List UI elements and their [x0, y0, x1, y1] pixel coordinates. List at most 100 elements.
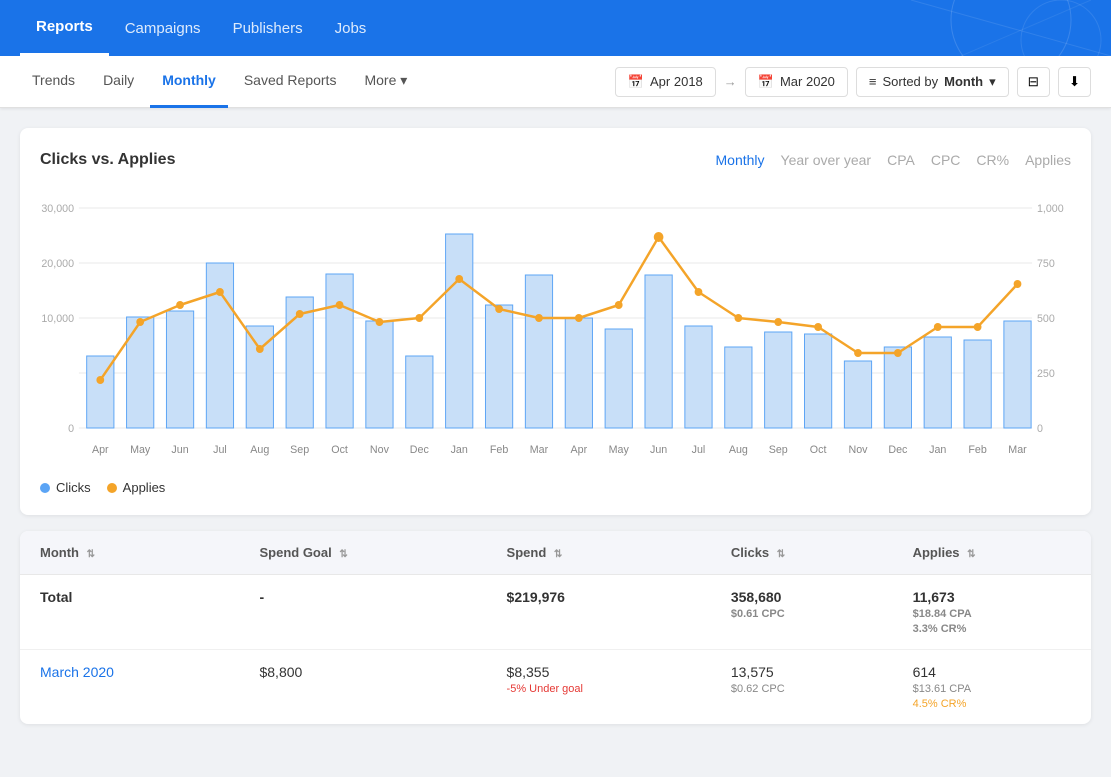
table-header-row: Month ⇅ Spend Goal ⇅ Spend ⇅ Clicks ⇅: [20, 531, 1091, 575]
sort-button[interactable]: ≡ Sorted by Month ▾: [856, 67, 1009, 97]
table-card: Month ⇅ Spend Goal ⇅ Spend ⇅ Clicks ⇅: [20, 531, 1091, 724]
sort-icon: ≡: [869, 74, 877, 89]
col-spend-goal[interactable]: Spend Goal ⇅: [239, 531, 486, 575]
sort-arrows-clicks: ⇅: [777, 549, 785, 560]
col-applies[interactable]: Applies ⇅: [893, 531, 1091, 575]
svg-text:750: 750: [1037, 258, 1055, 270]
date-to-value: Mar 2020: [780, 74, 835, 89]
sort-label: Sorted by: [882, 74, 938, 89]
chart-title: Clicks vs. Applies: [40, 151, 716, 169]
clicks-dot: [40, 483, 50, 493]
clicks-label: Clicks: [56, 480, 91, 495]
svg-text:30,000: 30,000: [41, 203, 74, 215]
svg-text:Aug: Aug: [729, 444, 748, 456]
svg-text:Oct: Oct: [810, 444, 827, 456]
svg-text:Jun: Jun: [171, 444, 188, 456]
sub-nav-right: 📅 Apr 2018 → 📅 Mar 2020 ≡ Sorted by Mont…: [615, 67, 1091, 97]
sort-arrows-month: ⇅: [87, 549, 95, 560]
applies-label: Applies: [123, 480, 166, 495]
data-table: Month ⇅ Spend Goal ⇅ Spend ⇅ Clicks ⇅: [20, 531, 1091, 724]
row-spend: $8,355 -5% Under goal: [487, 650, 711, 725]
svg-text:Apr: Apr: [92, 444, 109, 456]
svg-text:1,000: 1,000: [1037, 203, 1064, 215]
chart-area: 30,000 20,000 10,000 0 1,000 750 500 250…: [40, 188, 1071, 468]
sort-arrows-spend: ⇅: [554, 549, 562, 560]
sub-nav-trends[interactable]: Trends: [20, 56, 87, 108]
svg-text:May: May: [609, 444, 630, 456]
svg-text:Aug: Aug: [250, 444, 269, 456]
total-clicks: 358,680 $0.61 CPC: [711, 575, 893, 650]
sort-arrows-spend-goal: ⇅: [339, 549, 347, 560]
row-applies: 614 $13.61 CPA 4.5% CR%: [893, 650, 1091, 725]
download-icon: ⬇: [1069, 74, 1080, 90]
calendar-icon-to: 📅: [758, 74, 774, 90]
chart-tab-yoy[interactable]: Year over year: [781, 148, 872, 172]
chevron-down-icon: ▾: [989, 74, 996, 90]
legend-clicks: Clicks: [40, 480, 91, 495]
svg-text:10,000: 10,000: [41, 313, 74, 325]
date-separator: →: [724, 74, 737, 89]
chart-card: Clicks vs. Applies Monthly Year over yea…: [20, 128, 1091, 515]
svg-text:Dec: Dec: [888, 444, 908, 456]
sub-nav-left: Trends Daily Monthly Saved Reports More …: [20, 56, 615, 108]
applies-dot: [107, 483, 117, 493]
chart-tabs: Monthly Year over year CPA CPC CR% Appli…: [716, 148, 1071, 172]
col-spend[interactable]: Spend ⇅: [487, 531, 711, 575]
col-clicks[interactable]: Clicks ⇅: [711, 531, 893, 575]
nav-item-campaigns[interactable]: Campaigns: [109, 0, 217, 56]
legend-applies: Applies: [107, 480, 166, 495]
chart-tab-applies[interactable]: Applies: [1025, 148, 1071, 172]
svg-text:Feb: Feb: [490, 444, 508, 456]
date-from-value: Apr 2018: [650, 74, 703, 89]
svg-text:Feb: Feb: [968, 444, 986, 456]
svg-text:May: May: [130, 444, 151, 456]
calendar-icon-from: 📅: [628, 74, 644, 90]
top-nav: Reports Campaigns Publishers Jobs: [0, 0, 1111, 56]
svg-text:Dec: Dec: [410, 444, 430, 456]
svg-text:20,000: 20,000: [41, 258, 74, 270]
date-from-button[interactable]: 📅 Apr 2018: [615, 67, 716, 97]
chart-header: Clicks vs. Applies Monthly Year over yea…: [40, 148, 1071, 172]
sub-nav-daily[interactable]: Daily: [91, 56, 146, 108]
filter-button[interactable]: ⊟: [1017, 67, 1050, 97]
chart-tab-monthly[interactable]: Monthly: [716, 148, 765, 172]
svg-text:Sep: Sep: [290, 444, 309, 456]
download-button[interactable]: ⬇: [1058, 67, 1091, 97]
svg-text:Jun: Jun: [650, 444, 667, 456]
svg-text:Jan: Jan: [451, 444, 468, 456]
total-spend: $219,976: [487, 575, 711, 650]
date-to-button[interactable]: 📅 Mar 2020: [745, 67, 848, 97]
svg-text:Mar: Mar: [530, 444, 549, 456]
nav-item-reports[interactable]: Reports: [20, 0, 109, 56]
total-applies: 11,673 $18.84 CPA 3.3% CR%: [893, 575, 1091, 650]
col-month[interactable]: Month ⇅: [20, 531, 239, 575]
svg-text:Jul: Jul: [692, 444, 706, 456]
chart-tab-cr[interactable]: CR%: [976, 148, 1009, 172]
total-spend-goal: -: [239, 575, 486, 650]
svg-text:Nov: Nov: [848, 444, 868, 456]
svg-text:Oct: Oct: [331, 444, 348, 456]
chart-tab-cpc[interactable]: CPC: [931, 148, 961, 172]
nav-item-publishers[interactable]: Publishers: [217, 0, 319, 56]
sub-nav-more[interactable]: More ▾: [352, 56, 419, 108]
row-clicks: 13,575 $0.62 CPC: [711, 650, 893, 725]
svg-text:0: 0: [1037, 423, 1043, 435]
svg-text:500: 500: [1037, 313, 1055, 325]
chart-tab-cpa[interactable]: CPA: [887, 148, 915, 172]
total-row: Total - $219,976 358,680 $0.61 CPC 11,67…: [20, 575, 1091, 650]
sub-nav-saved-reports[interactable]: Saved Reports: [232, 56, 349, 108]
svg-text:Nov: Nov: [370, 444, 390, 456]
filter-icon: ⊟: [1028, 74, 1039, 90]
sort-arrows-applies: ⇅: [967, 549, 975, 560]
row-month[interactable]: March 2020: [20, 650, 239, 725]
chart-svg: 30,000 20,000 10,000 0 1,000 750 500 250…: [40, 188, 1071, 468]
nav-item-jobs[interactable]: Jobs: [319, 0, 383, 56]
main-content: Clicks vs. Applies Monthly Year over yea…: [0, 108, 1111, 744]
svg-text:0: 0: [68, 423, 74, 435]
svg-text:250: 250: [1037, 368, 1055, 380]
table-row: March 2020 $8,800 $8,355 -5% Under goal …: [20, 650, 1091, 725]
sort-field: Month: [944, 74, 983, 89]
sub-nav-monthly[interactable]: Monthly: [150, 56, 228, 108]
total-month: Total: [20, 575, 239, 650]
svg-text:Mar: Mar: [1008, 444, 1027, 456]
